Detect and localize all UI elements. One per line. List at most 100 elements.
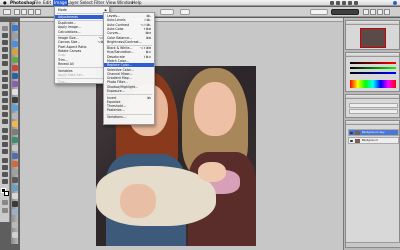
panel-header[interactable] xyxy=(346,21,399,25)
workspace-button[interactable] xyxy=(310,9,328,15)
color-panel[interactable] xyxy=(345,52,400,92)
finder-icon[interactable] xyxy=(12,25,18,31)
dock-app-icon[interactable] xyxy=(12,145,18,151)
panel-well-icon[interactable] xyxy=(370,9,376,15)
dodge-tool-icon[interactable] xyxy=(2,119,8,124)
panel-header[interactable] xyxy=(346,121,399,125)
marquee-tool-icon[interactable] xyxy=(2,33,8,38)
tool-preset-picker[interactable] xyxy=(3,9,11,15)
dock-app-icon[interactable] xyxy=(12,113,18,119)
panel-well-icon[interactable] xyxy=(377,9,383,15)
color-slider-b[interactable] xyxy=(350,72,396,74)
screen-mode-icon[interactable] xyxy=(2,208,8,213)
navigator-panel[interactable] xyxy=(345,20,400,50)
history-brush-tool-icon[interactable] xyxy=(2,91,8,96)
menu-file[interactable]: File xyxy=(33,0,42,6)
dock-app-icon[interactable] xyxy=(12,121,18,127)
tray-icon[interactable] xyxy=(336,1,340,5)
navigator-thumbnail[interactable] xyxy=(360,28,386,48)
spotlight-icon[interactable] xyxy=(393,1,397,5)
clone-stamp-tool-icon[interactable] xyxy=(2,84,8,89)
eyedropper-tool-icon[interactable] xyxy=(2,165,8,170)
dock-app-icon[interactable] xyxy=(12,137,18,143)
zoom-tool-icon[interactable] xyxy=(2,179,8,184)
documents-stack-icon[interactable] xyxy=(12,222,18,228)
dock-app-icon[interactable] xyxy=(12,177,18,183)
notes-tool-icon[interactable] xyxy=(2,158,8,163)
menu-item-calculations[interactable]: Calculations... xyxy=(55,30,109,34)
menu-item-reveal-all[interactable]: Reveal All xyxy=(55,62,109,66)
menu-edit[interactable]: Edit xyxy=(42,0,52,6)
panel-well-icon[interactable] xyxy=(363,9,369,15)
slice-tool-icon[interactable] xyxy=(2,61,8,66)
menu-item-exposure[interactable]: Exposure... xyxy=(104,89,154,93)
hand-tool-icon[interactable] xyxy=(2,172,8,177)
menu-item-brightness-contrast[interactable]: Brightness/Contrast... xyxy=(104,40,154,44)
dock-app-icon[interactable] xyxy=(12,33,18,39)
dock-app-icon[interactable] xyxy=(12,193,18,199)
dock-app-icon[interactable] xyxy=(12,105,18,111)
color-spectrum[interactable] xyxy=(350,80,396,88)
menu-item-posterize[interactable]: Posterize... xyxy=(104,108,154,112)
dock-app-icon[interactable] xyxy=(12,49,18,55)
blur-tool-icon[interactable] xyxy=(2,112,8,117)
layer-visibility-icon[interactable] xyxy=(350,132,353,134)
healing-brush-tool-icon[interactable] xyxy=(2,70,8,75)
move-tool-icon[interactable] xyxy=(2,26,8,31)
selection-mode-icon[interactable] xyxy=(14,9,20,15)
layer-row[interactable]: Background copy xyxy=(348,129,399,136)
quick-mask-icon[interactable] xyxy=(2,200,8,205)
history-state[interactable] xyxy=(349,109,398,114)
gradient-tool-icon[interactable] xyxy=(2,105,8,110)
dock-app-icon[interactable] xyxy=(12,81,18,87)
tray-icon[interactable] xyxy=(342,1,346,5)
path-selection-tool-icon[interactable] xyxy=(2,142,8,147)
tray-icon[interactable] xyxy=(354,1,358,5)
dock-app-icon[interactable] xyxy=(12,129,18,135)
safari-icon[interactable] xyxy=(12,41,18,47)
dock-app-icon[interactable] xyxy=(12,153,18,159)
dock-app-icon[interactable] xyxy=(12,209,18,215)
menu-item-variations[interactable]: Variations... xyxy=(104,115,154,119)
layer-row[interactable]: Background xyxy=(348,137,399,144)
selection-mode-icon[interactable] xyxy=(21,9,27,15)
selection-mode-icon[interactable] xyxy=(28,9,34,15)
magic-wand-tool-icon[interactable] xyxy=(2,47,8,52)
panel-header[interactable] xyxy=(346,53,399,57)
layer-visibility-icon[interactable] xyxy=(350,140,353,142)
background-color-swatch[interactable] xyxy=(4,191,9,196)
tray-icon[interactable] xyxy=(330,1,334,5)
option-button[interactable] xyxy=(180,9,190,15)
apple-menu-icon[interactable]: ● xyxy=(2,0,8,6)
dock-app-icon[interactable] xyxy=(12,201,18,207)
menu-item-trap[interactable]: Trap... xyxy=(55,80,109,84)
menu-item-mode[interactable]: Mode ▶ xyxy=(55,8,109,12)
color-slider-r[interactable] xyxy=(350,62,396,64)
type-tool-icon[interactable] xyxy=(2,135,8,140)
dock-app-icon[interactable] xyxy=(12,185,18,191)
shape-tool-icon[interactable] xyxy=(2,149,8,154)
crop-tool-icon[interactable] xyxy=(2,54,8,59)
history-panel[interactable] xyxy=(345,94,400,118)
dock-app-icon[interactable] xyxy=(12,89,18,95)
selection-mode-icon[interactable] xyxy=(35,9,41,15)
dock-app-icon[interactable] xyxy=(12,169,18,175)
color-slider-g[interactable] xyxy=(350,67,396,69)
panel-header[interactable] xyxy=(346,95,399,99)
menu-help[interactable]: Help xyxy=(131,0,143,6)
history-state[interactable] xyxy=(349,103,398,108)
photoshop-icon[interactable] xyxy=(12,73,18,79)
dock-app-icon[interactable] xyxy=(12,97,18,103)
menu-item-apply-data-set[interactable]: Apply Data Set... xyxy=(55,73,109,77)
menu-item-adjustments[interactable]: Adjustments▶ xyxy=(55,14,109,19)
refine-edge-button[interactable] xyxy=(160,9,174,15)
dock-app-icon[interactable] xyxy=(12,161,18,167)
panel-well-icon[interactable] xyxy=(384,9,390,15)
brush-tool-icon[interactable] xyxy=(2,77,8,82)
pen-tool-icon[interactable] xyxy=(2,128,8,133)
panel-well[interactable] xyxy=(331,9,359,15)
layers-panel[interactable]: Background copy Background xyxy=(345,120,400,248)
trash-icon[interactable] xyxy=(12,232,18,238)
tray-icon[interactable] xyxy=(348,1,352,5)
lasso-tool-icon[interactable] xyxy=(2,40,8,45)
